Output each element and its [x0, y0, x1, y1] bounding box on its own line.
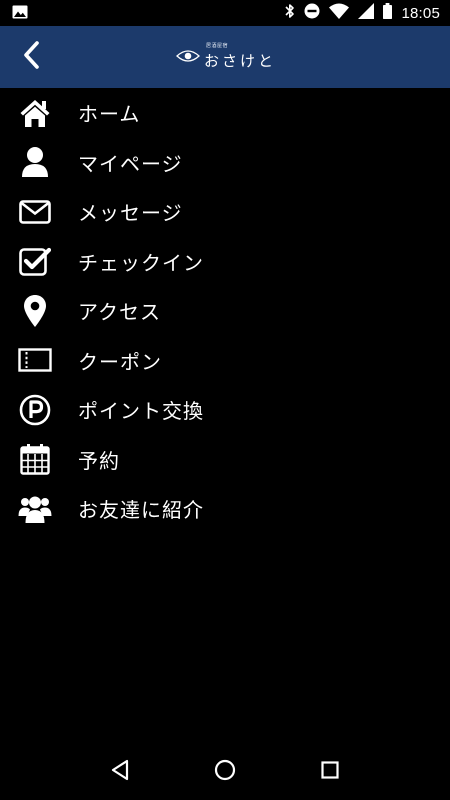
menu-item-access[interactable]: アクセス [0, 286, 450, 336]
image-icon [12, 4, 28, 23]
status-bar: 18:05 [0, 0, 450, 26]
drawer-menu: ホーム マイページ メッセージ チェックイン アクセス クーポン ポイント交換 … [0, 88, 450, 534]
checkbox-icon [18, 244, 52, 278]
wifi-icon [329, 3, 350, 23]
app-logo: 居酒屋宿 おさけと [176, 42, 277, 71]
do-not-disturb-icon [304, 3, 320, 23]
nav-home-button[interactable] [205, 752, 245, 792]
menu-item-label: マイページ [78, 151, 183, 176]
back-button[interactable] [14, 40, 48, 74]
bluetooth-icon [285, 3, 295, 23]
back-triangle-icon [110, 759, 130, 785]
navigation-bar [0, 744, 450, 800]
battery-icon [383, 3, 393, 23]
chevron-left-icon [22, 41, 40, 73]
menu-item-label: ポイント交換 [78, 399, 204, 424]
menu-item-refer-friend[interactable]: お友達に紹介 [0, 484, 450, 534]
envelope-icon [18, 195, 52, 229]
nav-recents-button[interactable] [310, 752, 350, 792]
menu-item-label: メッセージ [78, 201, 183, 226]
menu-item-point-exchange[interactable]: ポイント交換 [0, 385, 450, 435]
home-icon [18, 96, 52, 130]
menu-item-reservation[interactable]: 予約 [0, 435, 450, 485]
menu-item-checkin[interactable]: チェックイン [0, 237, 450, 287]
menu-item-label: クーポン [78, 349, 162, 374]
screen: 18:05 居酒屋宿 おさけと ホーム マイページ メッセージ チェックイン ア… [0, 0, 450, 800]
users-icon [18, 492, 52, 526]
calendar-icon [18, 442, 52, 476]
menu-item-label: お友達に紹介 [78, 498, 204, 523]
menu-item-mypage[interactable]: マイページ [0, 138, 450, 188]
user-icon [18, 145, 52, 179]
status-time: 18:05 [401, 4, 440, 22]
menu-item-home[interactable]: ホーム [0, 88, 450, 138]
signal-icon [358, 3, 375, 23]
menu-item-coupon[interactable]: クーポン [0, 336, 450, 386]
home-circle-icon [214, 759, 236, 785]
recents-square-icon [321, 761, 339, 783]
logo-text: 居酒屋宿 おさけと [204, 42, 277, 71]
logo-small-text: 居酒屋宿 [206, 42, 229, 49]
parking-circle-icon [18, 393, 52, 427]
app-header: 居酒屋宿 おさけと [0, 26, 450, 88]
menu-item-message[interactable]: メッセージ [0, 187, 450, 237]
menu-item-label: アクセス [78, 300, 161, 325]
logo-main-text: おさけと [204, 51, 277, 70]
map-pin-icon [18, 294, 52, 328]
nav-back-button[interactable] [100, 752, 140, 792]
menu-item-label: ホーム [78, 102, 141, 127]
menu-item-label: 予約 [78, 448, 120, 473]
menu-item-label: チェックイン [78, 250, 204, 275]
eye-logo-icon [176, 48, 200, 67]
coupon-icon [18, 343, 52, 377]
